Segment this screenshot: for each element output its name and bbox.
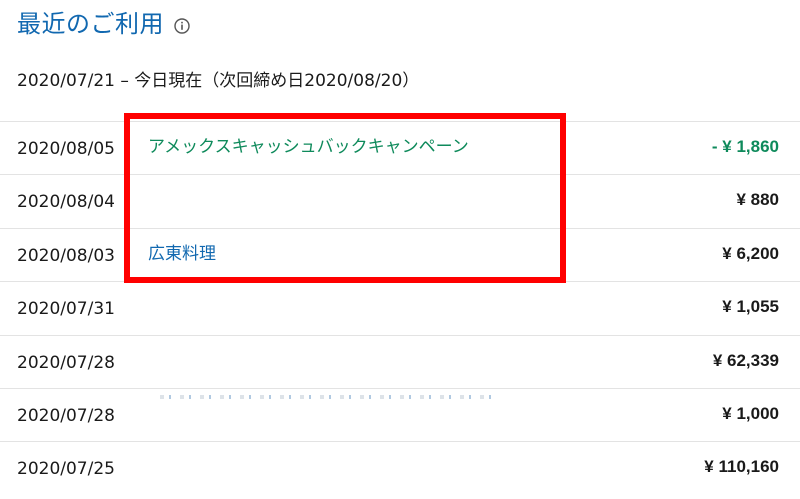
transaction-amount: ¥ 880 — [736, 190, 779, 210]
transaction-row[interactable]: 2020/07/28 ¥ 62,339 — [0, 334, 800, 388]
transaction-date: 2020/07/25 — [17, 459, 115, 480]
transaction-date: 2020/07/31 — [17, 299, 115, 320]
transaction-row[interactable]: 2020/07/28 ¥ 1,000 — [0, 387, 800, 441]
transaction-date: 2020/08/05 — [17, 139, 115, 159]
transaction-date: 2020/08/04 — [17, 192, 115, 213]
transaction-row[interactable]: 2020/07/31 ¥ 1,055 — [0, 281, 800, 334]
transaction-date: 2020/07/28 — [17, 405, 115, 426]
transaction-date: 2020/08/03 — [17, 245, 115, 266]
transaction-amount: - ¥ 1,860 — [711, 137, 779, 156]
transaction-date: 2020/07/28 — [17, 352, 115, 373]
transaction-amount: ¥ 62,339 — [712, 350, 779, 370]
transaction-row[interactable]: 2020/07/25 ¥ 110,160 — [0, 441, 800, 494]
page-title: 最近のご利用 — [17, 10, 164, 38]
transaction-amount: ¥ 1,000 — [722, 403, 779, 423]
highlight-box — [124, 113, 566, 283]
info-icon[interactable] — [174, 18, 190, 34]
billing-period: 2020/07/21 – 今日現在（次回締め日2020/08/20） — [17, 71, 420, 91]
redacted-description — [160, 394, 500, 399]
transaction-amount: ¥ 6,200 — [722, 243, 779, 263]
transaction-amount: ¥ 110,160 — [704, 457, 779, 477]
transaction-amount: ¥ 1,055 — [722, 297, 779, 317]
section-header: 最近のご利用 — [17, 8, 190, 40]
